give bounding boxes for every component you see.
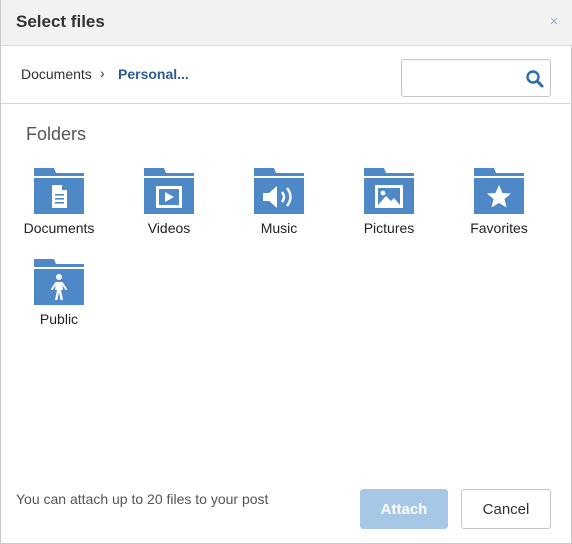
picture-icon [364, 168, 414, 214]
search-icon[interactable] [525, 69, 545, 89]
select-files-dialog: Select files × Documents › Personal... F… [0, 0, 572, 544]
toolbar: Documents › Personal... [1, 46, 572, 104]
star-icon [474, 168, 524, 214]
speaker-icon [254, 168, 304, 214]
search-box[interactable] [401, 59, 551, 97]
folder-label: Favorites [470, 220, 528, 236]
attach-limit-note: You can attach up to 20 files to your po… [16, 491, 269, 507]
video-icon [144, 168, 194, 214]
close-icon[interactable]: × [547, 12, 561, 32]
search-input[interactable] [410, 68, 520, 88]
folder-label: Pictures [363, 220, 415, 236]
breadcrumb-current: Personal... [118, 66, 189, 82]
breadcrumb-separator: › [100, 65, 105, 81]
folder-public[interactable]: Public [9, 257, 109, 337]
folder-label: Videos [147, 220, 191, 236]
folder-documents[interactable]: Documents [9, 166, 109, 246]
folder-videos[interactable]: Videos [119, 166, 219, 246]
folder-label: Music [260, 220, 298, 236]
breadcrumb-root[interactable]: Documents [21, 66, 92, 82]
cancel-button[interactable]: Cancel [461, 489, 551, 529]
folder-pictures[interactable]: Pictures [339, 166, 439, 246]
folder-label: Documents [23, 220, 95, 236]
dialog-title: Select files [16, 12, 105, 31]
attach-button[interactable]: Attach [360, 489, 448, 529]
dialog-header: Select files × [1, 0, 572, 46]
person-icon [34, 259, 84, 305]
folder-music[interactable]: Music [229, 166, 329, 246]
document-icon [34, 168, 84, 214]
folders-heading: Folders [26, 124, 87, 144]
folder-favorites[interactable]: Favorites [449, 166, 549, 246]
folder-label: Public [39, 311, 79, 327]
